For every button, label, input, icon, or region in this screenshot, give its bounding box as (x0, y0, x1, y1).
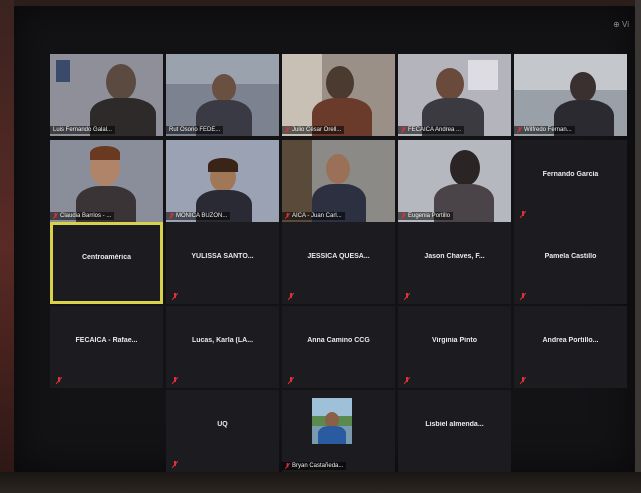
muted-mic-icon (401, 127, 406, 133)
participant-head (106, 64, 136, 100)
participant-name: Virginia Pinto (432, 337, 477, 345)
participant-name: Andrea Portillo... (542, 337, 599, 345)
muted-mic-icon (285, 213, 290, 219)
muted-mic-icon (172, 293, 178, 300)
participant-name: Claudia Barrios - ... (60, 213, 112, 219)
participant-head (436, 68, 464, 100)
muted-mic-icon (288, 377, 294, 384)
participant-name: Pamela Castillo (544, 253, 597, 261)
participant-name: AICA - Juan Carl... (292, 213, 342, 219)
participant-hair (90, 146, 120, 160)
participant-name-plate: Luis Fernando Galal... (50, 126, 116, 134)
video-tile-8[interactable]: AICA - Juan Carl... (282, 140, 395, 222)
name-tile-virginia[interactable]: Virginia Pinto (398, 306, 511, 388)
muted-mic-icon (53, 213, 58, 219)
muted-mic-icon (404, 293, 410, 300)
view-toggle-button[interactable]: ⊕ Vi (613, 20, 629, 29)
muted-mic-icon (404, 377, 410, 384)
participant-name-plate: Julio César Orell... (282, 126, 345, 134)
name-tile-lucas-karla[interactable]: Lucas, Karla (LA... (166, 306, 279, 388)
room-background (282, 140, 312, 222)
video-tile-2[interactable]: Rut Osorio FEDE... (166, 54, 279, 136)
video-tile-5[interactable]: Wilfredo Fernan... (514, 54, 627, 136)
name-tile-fernando[interactable]: Fernando García (514, 140, 627, 222)
participant-name: Julio César Orell... (292, 127, 342, 133)
participant-name-plate: Wilfredo Fernan... (514, 126, 575, 134)
name-tile-uq[interactable]: UQ (166, 390, 279, 472)
muted-mic-icon (520, 293, 526, 300)
participant-name: Fernando García (542, 171, 599, 179)
participant-name: Centroamérica (81, 253, 132, 261)
participant-name-plate: Rut Osorio FEDE... (166, 126, 224, 134)
participant-name-plate: AICA - Juan Carl... (282, 212, 345, 220)
name-tile-pamela[interactable]: Pamela Castillo (514, 222, 627, 304)
participant-name-plate: Bryan Castañeda... (282, 462, 347, 470)
muted-mic-icon (172, 377, 178, 384)
participant-head (450, 150, 480, 186)
name-tile-lisbiel[interactable]: Lisbiel almenda... (398, 390, 511, 472)
participant-name-plate: Claudia Barrios - ... (50, 212, 115, 220)
video-tile-4[interactable]: FECAICA Andrea ... (398, 54, 511, 136)
name-tile-anna-camino[interactable]: Anna Camino CCG (282, 306, 395, 388)
muted-mic-icon (56, 377, 62, 384)
participant-name-plate: Eugenia Portillo (398, 212, 454, 220)
muted-mic-icon (520, 211, 526, 218)
thumbnail-tile-bryan[interactable]: Bryan Castañeda... (282, 390, 395, 472)
participant-head (326, 154, 350, 184)
name-tile-yulissa[interactable]: YULISSA SANTO... (166, 222, 279, 304)
wall-poster (56, 60, 70, 82)
muted-mic-icon (520, 377, 526, 384)
participant-name-plate: MÓNICA BUZON... (166, 212, 231, 220)
participant-name: Rut Osorio FEDE... (169, 127, 221, 133)
participant-name: YULISSA SANTO... (191, 253, 254, 261)
muted-mic-icon (401, 213, 406, 219)
room-desk-edge (0, 472, 641, 493)
participant-name: Wilfredo Fernan... (524, 127, 572, 133)
video-tile-7[interactable]: MÓNICA BUZON... (166, 140, 279, 222)
name-tile-jason[interactable]: Jason Chaves, F... (398, 222, 511, 304)
participant-name: Eugenia Portillo (408, 213, 451, 219)
participant-body (318, 426, 346, 444)
participant-name: Lisbiel almenda... (425, 421, 484, 429)
muted-mic-icon (517, 127, 522, 133)
participant-name-plate: FECAICA Andrea ... (398, 126, 465, 134)
muted-mic-icon (285, 127, 290, 133)
meeting-window: ⊕ Vi Luis Fernando Galal... Rut Osorio F… (14, 6, 635, 472)
room-wall-left (0, 0, 14, 493)
muted-mic-icon (172, 461, 178, 468)
participant-name: Luis Fernando Galal... (53, 127, 113, 133)
video-tile-1[interactable]: Luis Fernando Galal... (50, 54, 163, 136)
participant-name: Lucas, Karla (LA... (191, 337, 254, 345)
muted-mic-icon (288, 293, 294, 300)
room-background (468, 60, 498, 90)
participant-name: Bryan Castañeda... (292, 463, 344, 469)
participant-head (570, 72, 596, 102)
video-tile-9[interactable]: Eugenia Portillo (398, 140, 511, 222)
participant-name: Jason Chaves, F... (424, 253, 485, 261)
profile-photo (312, 398, 352, 444)
participant-head (212, 74, 236, 102)
participant-name: FECAICA Andrea ... (408, 127, 462, 133)
participant-name: Anna Camino CCG (307, 337, 370, 345)
muted-mic-icon (169, 213, 174, 219)
name-tile-jessica[interactable]: JESSICA QUESA... (282, 222, 395, 304)
participant-name: UQ (217, 421, 228, 429)
muted-mic-icon (285, 463, 290, 469)
video-tile-3[interactable]: Julio César Orell... (282, 54, 395, 136)
participant-hair (208, 158, 238, 172)
room-wall-right (635, 0, 641, 493)
participant-name: MÓNICA BUZON... (176, 213, 228, 219)
participant-name: FECAICA - Rafae... (75, 337, 138, 345)
participant-head (326, 66, 354, 100)
video-tile-6[interactable]: Claudia Barrios - ... (50, 140, 163, 222)
name-tile-centroamerica-active-speaker[interactable]: Centroamérica (50, 222, 163, 304)
name-tile-andrea-portillo[interactable]: Andrea Portillo... (514, 306, 627, 388)
participant-name: JESSICA QUESA... (307, 253, 370, 261)
name-tile-fecaica-rafael[interactable]: FECAICA - Rafae... (50, 306, 163, 388)
